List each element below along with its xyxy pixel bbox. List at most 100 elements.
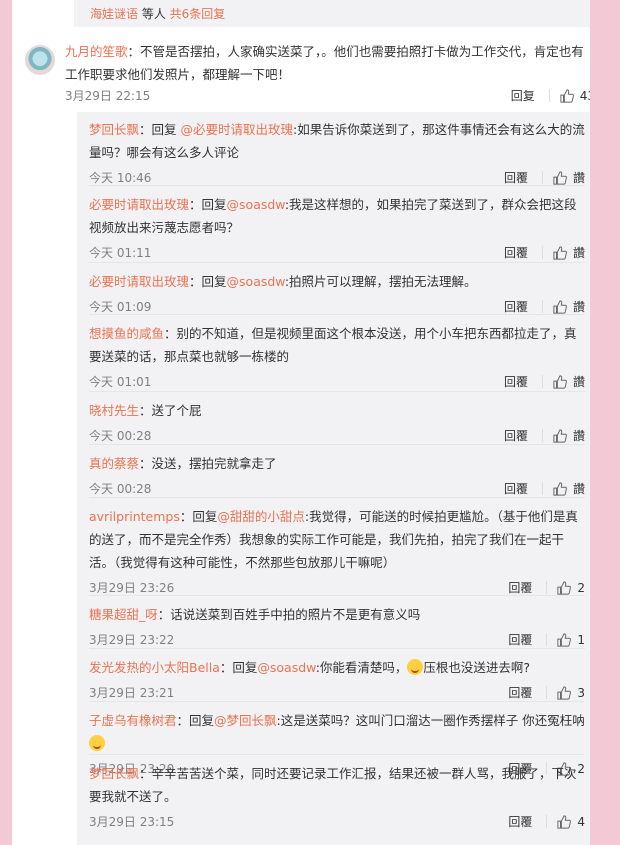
reply-actions: 回覆 讚 <box>504 373 585 390</box>
thumb-up-icon[interactable] <box>553 374 567 389</box>
reply-time: 3月29日 23:26 <box>89 581 175 595</box>
thumb-up-icon[interactable] <box>557 814 572 829</box>
reply-time: 今天 00:28 <box>89 482 152 496</box>
reply-text: 糖果超甜_呀：话说送菜到百姓手中拍的照片不是更有意义吗 <box>89 603 585 626</box>
reply-actions: 回覆 1 <box>508 631 585 648</box>
reply-user[interactable]: 子虚乌有橡树君 <box>89 713 177 728</box>
action-separator <box>541 246 543 259</box>
reply-user[interactable]: avrilprintemps <box>89 509 180 524</box>
reply-text: 梦回长飘：回复 @必要时请取出玫瑰:如果告诉你菜送到了，那这件事情还会有这么大的… <box>89 118 585 164</box>
reply-button[interactable]: 回覆 <box>504 244 528 261</box>
action-separator <box>541 375 543 388</box>
scrollbar[interactable] <box>590 0 605 845</box>
prev-user[interactable]: 海娃谜语 <box>90 7 138 21</box>
main-comment-user[interactable]: 九月的笙歌 <box>65 44 128 59</box>
reply-meta: 今天 01:01 回覆 讚 <box>89 373 585 393</box>
divider <box>89 444 585 445</box>
reply-body: :你能看清楚吗， <box>315 660 408 675</box>
thumb-up-icon[interactable] <box>557 632 572 647</box>
reply-meta: 3月29日 23:26 回覆 2 <box>89 579 585 599</box>
reply-item: 真的蔡蔡：没送，摆拍完就拿走了 今天 00:28 回覆 讚 <box>89 452 585 500</box>
reply-user[interactable]: 糖果超甜_呀 <box>89 607 158 622</box>
mention-link[interactable]: @soasdw <box>227 197 285 212</box>
reply-prefix: ：辛辛苦苦送个菜，同时还要记录工作汇报，结果还被一群人骂，我服了，下次要我就不送… <box>89 766 577 804</box>
like-count: 讚 <box>572 375 585 389</box>
reply-time: 3月29日 23:21 <box>89 686 175 700</box>
reply-text: 真的蔡蔡：没送，摆拍完就拿走了 <box>89 452 585 475</box>
thumb-up-icon[interactable] <box>553 299 567 314</box>
previous-replies-summary[interactable]: 海娃谜语 等人 共6条回复 <box>74 0 596 27</box>
reply-user[interactable]: 必要时请取出玫瑰 <box>89 274 189 289</box>
avatar[interactable] <box>25 45 55 75</box>
reply-user[interactable]: 想摸鱼的咸鱼 <box>89 326 164 341</box>
reply-prefix: ：回复 <box>176 713 215 728</box>
reply-actions: 回覆 讚 <box>504 427 585 444</box>
reply-time: 3月29日 23:22 <box>89 633 175 647</box>
reply-user[interactable]: 晓村先生 <box>89 403 139 418</box>
reply-body: :拍照片可以理解，摆拍无法理解。 <box>284 274 477 289</box>
thumb-up-icon[interactable] <box>553 170 567 185</box>
reply-button[interactable]: 回覆 <box>504 169 528 186</box>
like-count: 讚 <box>572 300 585 314</box>
reply-button[interactable]: 回复 <box>511 87 535 104</box>
action-separator <box>546 686 548 699</box>
reply-text: 晓村先生：送了个屁 <box>89 399 585 422</box>
divider <box>89 497 585 498</box>
reply-user[interactable]: 发光发热的小太阳Bella <box>89 660 220 675</box>
divider <box>89 314 585 315</box>
reply-text: 想摸鱼的咸鱼：别的不知道，但是视频里面这个根本没送，用个小车把东西都拉走了，真要… <box>89 322 585 368</box>
reply-text: 梦回长飘：辛辛苦苦送个菜，同时还要记录工作汇报，结果还被一群人骂，我服了，下次要… <box>89 762 585 808</box>
reply-body-cont: 压根也没送进去啊? <box>423 660 531 675</box>
reply-item: 梦回长飘：回复 @必要时请取出玫瑰:如果告诉你菜送到了，那这件事情还会有这么大的… <box>89 118 585 189</box>
reply-text: 必要时请取出玫瑰：回复@soasdw:我是这样想的，如果拍完了菜送到了，群众会把… <box>89 193 585 239</box>
like-count: 3 <box>577 685 585 700</box>
main-comment-text: 九月的笙歌：不管是否摆拍，人家确实送菜了，。他们也需要拍照打卡做为工作交代，肯定… <box>65 44 584 82</box>
reply-time: 今天 01:11 <box>89 246 152 260</box>
reply-item: 糖果超甜_呀：话说送菜到百姓手中拍的照片不是更有意义吗 3月29日 23:22 回覆… <box>89 603 585 651</box>
mention-link[interactable]: @甜甜的小甜点 <box>217 509 305 524</box>
divider <box>89 262 585 263</box>
thumb-up-icon[interactable] <box>553 428 567 443</box>
prev-count-link[interactable]: 共6条回复 <box>170 7 226 21</box>
reply-button[interactable]: 回覆 <box>504 427 528 444</box>
reply-user[interactable]: 梦回长飘 <box>89 766 139 781</box>
reply-item: 必要时请取出玫瑰：回复@soasdw:拍照片可以理解，摆拍无法理解。 今天 01:… <box>89 270 585 318</box>
reply-text: 必要时请取出玫瑰：回复@soasdw:拍照片可以理解，摆拍无法理解。 <box>89 270 585 293</box>
reply-meta: 今天 10:46 回覆 讚 <box>89 169 585 189</box>
reply-prefix: ：回复 <box>179 509 218 524</box>
reply-button[interactable]: 回覆 <box>504 373 528 390</box>
reply-button[interactable]: 回覆 <box>508 813 532 830</box>
thumb-up-icon[interactable] <box>553 245 567 260</box>
reply-button[interactable]: 回覆 <box>508 684 532 701</box>
reply-prefix: ：话说送菜到百姓手中拍的照片不是更有意义吗 <box>157 607 421 622</box>
mention-link[interactable]: @soasdw <box>227 274 285 289</box>
mention-link[interactable]: @soasdw <box>257 660 315 675</box>
reply-button[interactable]: 回覆 <box>504 298 528 315</box>
reply-button[interactable]: 回覆 <box>508 631 532 648</box>
thumb-up-icon[interactable] <box>557 685 572 700</box>
mention-link[interactable]: @必要时请取出玫瑰 <box>181 122 294 137</box>
divider <box>89 754 585 755</box>
thumb-up-icon[interactable] <box>557 580 572 595</box>
like-count: 讚 <box>572 171 585 185</box>
divider <box>89 595 585 596</box>
action-separator <box>546 815 548 828</box>
reply-button[interactable]: 回覆 <box>508 579 532 596</box>
reply-user[interactable]: 真的蔡蔡 <box>89 456 139 471</box>
mention-link[interactable]: @梦回长飘 <box>214 713 277 728</box>
reply-actions: 回覆 3 <box>508 684 585 701</box>
divider <box>89 701 585 702</box>
like-count: 2 <box>577 580 585 595</box>
reply-actions: 回覆 讚 <box>504 244 585 261</box>
reply-prefix: ：回复 <box>139 122 181 137</box>
reply-user[interactable]: 梦回长飘 <box>89 122 139 137</box>
reply-item: 晓村先生：送了个屁 今天 00:28 回覆 讚 <box>89 399 585 447</box>
reply-user[interactable]: 必要时请取出玫瑰 <box>89 197 189 212</box>
reply-prefix: ：没送，摆拍完就拿走了 <box>139 456 277 471</box>
reply-button[interactable]: 回覆 <box>504 480 528 497</box>
reply-text: 发光发热的小太阳Bella：回复@soasdw:你能看清楚吗， 压根也没送进去啊? <box>89 656 585 679</box>
thumb-up-icon[interactable] <box>553 481 567 496</box>
divider <box>89 185 585 186</box>
comment-card: 海娃谜语 等人 共6条回复 九月的笙歌：不管是否摆拍，人家确实送菜了，。他们也需… <box>12 0 605 845</box>
thumb-up-icon[interactable] <box>560 88 574 103</box>
